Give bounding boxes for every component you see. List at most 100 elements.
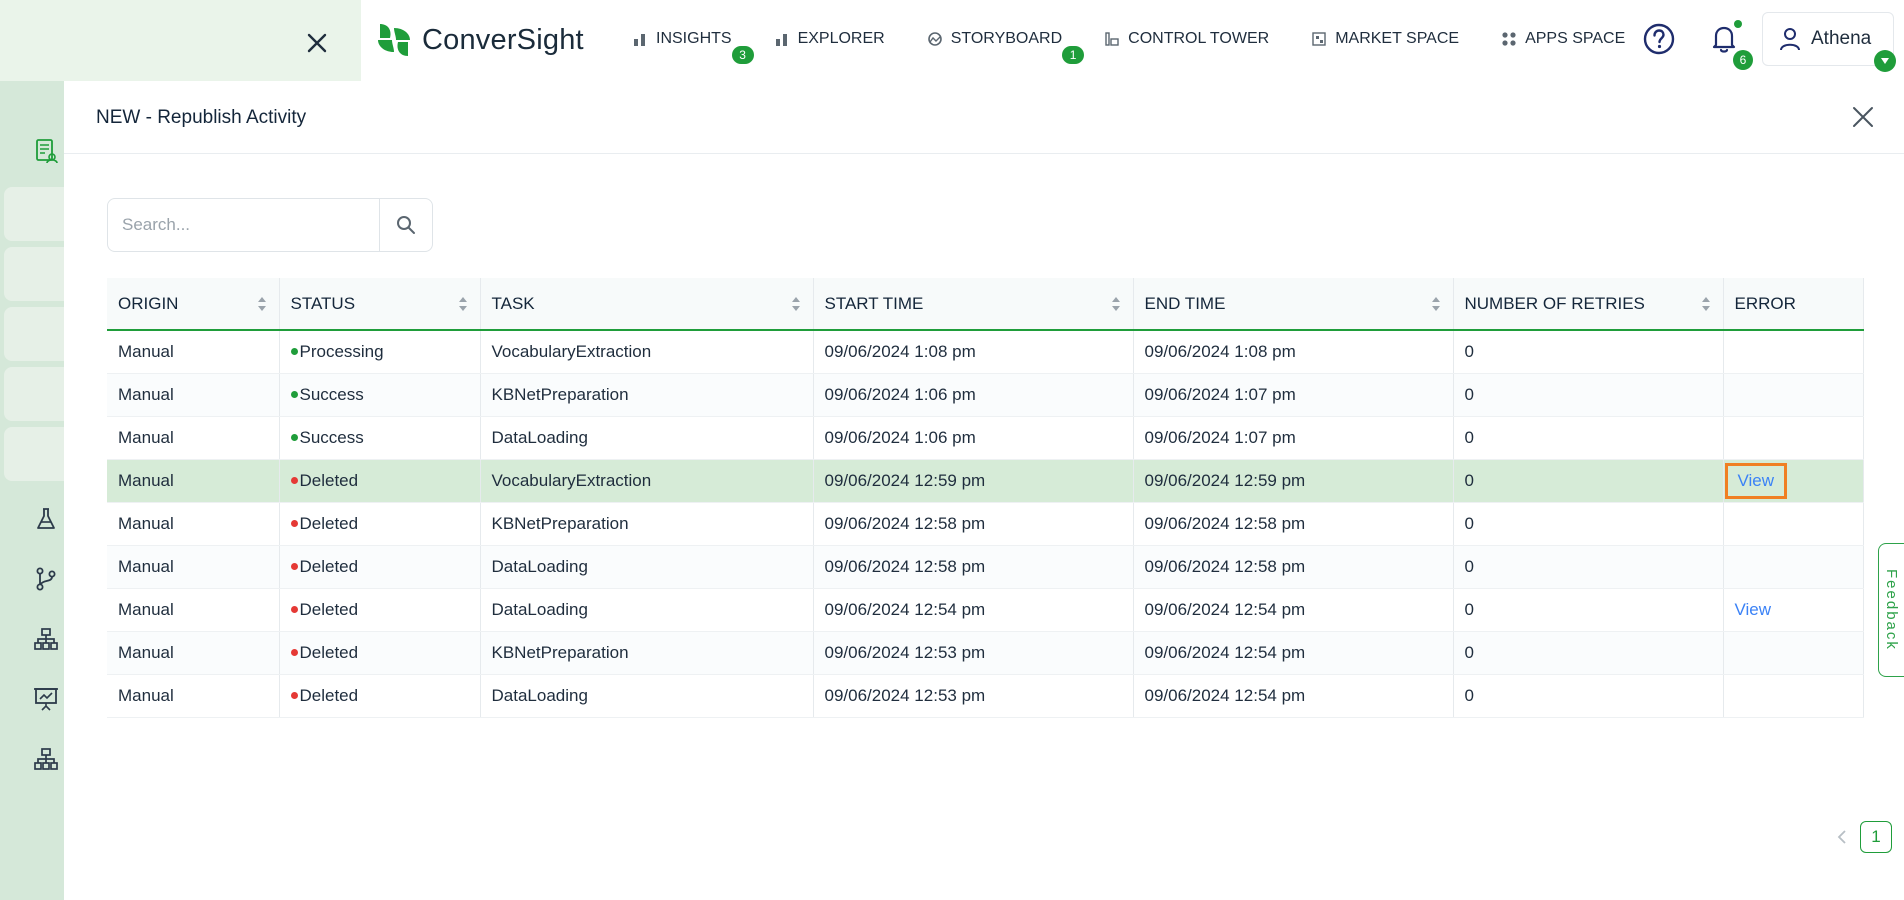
table-row[interactable]: Manual Processing VocabularyExtraction 09/0… — [107, 330, 1864, 374]
nav-label: MARKET SPACE — [1335, 30, 1460, 47]
status-indicator: Processing — [290, 342, 469, 362]
task-value: KBNetPreparation — [491, 513, 629, 533]
status-label: Success — [299, 384, 364, 404]
task-cell: KBNetPreparation — [480, 631, 814, 675]
sidebar-item-blank-4[interactable] — [4, 367, 64, 421]
sidebar-item-blank-1[interactable] — [4, 187, 64, 241]
sort-icon[interactable] — [458, 296, 468, 312]
sidebar-branches[interactable] — [30, 563, 62, 595]
nav-market-space[interactable]: MARKET SPACE — [1311, 30, 1459, 48]
sort-icon[interactable] — [1111, 296, 1121, 312]
column-header-end-time[interactable]: END TIME — [1133, 278, 1454, 331]
table-row[interactable]: Manual Success KBNetPreparation 09/06/2024 … — [107, 373, 1864, 417]
search-button[interactable] — [379, 199, 432, 251]
prev-page-button[interactable] — [1834, 829, 1850, 845]
retries-cell: 0 — [1453, 416, 1724, 460]
task-cell: DataLoading — [480, 545, 814, 589]
task-value: KBNetPreparation — [491, 384, 629, 404]
table-row[interactable]: Manual Deleted KBNetPreparation 09/06/2024 … — [107, 631, 1864, 675]
sidebar-lab[interactable] — [30, 503, 62, 535]
end-time-cell: 09/06/2024 12:58 pm — [1133, 502, 1454, 546]
task-cell: DataLoading — [480, 674, 814, 718]
sort-icon[interactable] — [1701, 296, 1711, 312]
retries-cell: 0 — [1453, 330, 1724, 374]
table-row[interactable]: Manual Deleted DataLoading 09/06/2024 12:58… — [107, 545, 1864, 589]
start-time-value: 09/06/2024 12:53 pm — [824, 685, 986, 705]
nav-insights[interactable]: INSIGHTS 3 — [632, 30, 754, 64]
status-dot — [290, 348, 298, 356]
origin-cell: Manual — [107, 588, 280, 632]
page-number-current[interactable]: 1 — [1860, 821, 1892, 853]
sidebar-activity[interactable] — [30, 135, 62, 167]
search-input[interactable] — [108, 199, 379, 251]
insights-badge: 3 — [731, 46, 754, 64]
retries-cell: 0 — [1453, 373, 1724, 417]
column-label: ORIGIN — [118, 293, 179, 313]
status-dot — [290, 520, 298, 527]
column-label: END TIME — [1144, 293, 1226, 313]
nav-storyboard[interactable]: STORYBOARD 1 — [927, 30, 1085, 64]
status-indicator: Deleted — [290, 643, 469, 663]
column-header-task[interactable]: TASK — [480, 278, 814, 331]
status-cell: Deleted — [279, 674, 481, 718]
caret-down-icon — [1881, 58, 1889, 64]
column-header-status[interactable]: STATUS — [279, 278, 481, 331]
column-header-origin[interactable]: ORIGIN — [107, 278, 280, 331]
sort-icon[interactable] — [1431, 296, 1441, 312]
sidebar-item-blank-5[interactable] — [4, 427, 64, 481]
start-time-cell: 09/06/2024 1:06 pm — [813, 373, 1134, 417]
status-dot — [290, 434, 298, 441]
status-indicator: Deleted — [290, 685, 469, 706]
activity-table: ORIGIN STATUS TASK START TIME END TIME N… — [107, 278, 1864, 718]
origin-cell: Manual — [107, 545, 280, 589]
task-cell: KBNetPreparation — [480, 502, 814, 546]
status-cell: Deleted — [279, 631, 481, 675]
status-indicator: Deleted — [290, 557, 469, 577]
table-row[interactable]: Manual Deleted VocabularyExtraction 09/06/2… — [107, 459, 1864, 503]
status-dot — [290, 606, 298, 613]
user-menu-caret[interactable] — [1874, 50, 1896, 72]
user-icon — [1780, 28, 1800, 51]
view-error-link[interactable]: View — [1724, 462, 1788, 499]
sidebar-item-blank-2[interactable] — [4, 247, 64, 301]
sidebar-presentation[interactable] — [30, 683, 62, 715]
nav-control-tower[interactable]: CONTROL TOWER — [1104, 30, 1269, 48]
column-header-retries[interactable]: NUMBER OF RETRIES — [1453, 278, 1724, 331]
table-row[interactable]: Manual Deleted KBNetPreparation 09/06/2024 … — [107, 502, 1864, 546]
retries-cell: 0 — [1453, 545, 1724, 589]
column-header-start-time[interactable]: START TIME — [813, 278, 1134, 331]
sort-icon[interactable] — [257, 296, 267, 312]
sidebar-hierarchy[interactable] — [30, 623, 62, 655]
status-label: Deleted — [299, 685, 359, 705]
close-panel-button[interactable] — [1846, 100, 1880, 134]
close-sidebar-button[interactable] — [300, 26, 334, 60]
sidebar-item-blank-3[interactable] — [4, 307, 64, 361]
help-button[interactable] — [1642, 22, 1676, 56]
error-cell — [1723, 502, 1864, 546]
nav-apps-space[interactable]: APPS SPACE — [1501, 30, 1625, 48]
column-label: TASK — [491, 293, 535, 313]
status-dot — [290, 692, 298, 699]
view-error-link[interactable]: View — [1735, 600, 1772, 619]
origin-value: Manual — [118, 341, 174, 361]
status-dot — [290, 477, 298, 484]
table-row[interactable]: Manual Deleted DataLoading 09/06/2024 12:54… — [107, 588, 1864, 632]
start-time-cell: 09/06/2024 12:54 pm — [813, 588, 1134, 632]
panel-title: NEW - Republish Activity — [96, 107, 307, 128]
table-row[interactable]: Manual Deleted DataLoading 09/06/2024 12:53… — [107, 674, 1864, 718]
sidebar-hierarchy-2[interactable] — [30, 743, 62, 775]
start-time-cell: 09/06/2024 12:58 pm — [813, 545, 1134, 589]
sort-icon[interactable] — [791, 296, 801, 312]
nav-label: INSIGHTS — [656, 30, 732, 47]
origin-cell: Manual — [107, 416, 280, 460]
table-row[interactable]: Manual Success DataLoading 09/06/2024 1:06 … — [107, 416, 1864, 460]
end-time-cell: 09/06/2024 1:07 pm — [1133, 373, 1454, 417]
retries-cell: 0 — [1453, 674, 1724, 718]
brand-logo[interactable]: ConverSight — [374, 18, 584, 62]
column-label: NUMBER OF RETRIES — [1464, 293, 1645, 313]
nav-explorer[interactable]: EXPLORER — [774, 30, 885, 48]
status-cell: Deleted — [279, 545, 481, 589]
nav-label: APPS SPACE — [1525, 30, 1626, 47]
feedback-tab[interactable]: Feedback — [1878, 543, 1904, 677]
control-tower-icon — [1104, 31, 1120, 47]
